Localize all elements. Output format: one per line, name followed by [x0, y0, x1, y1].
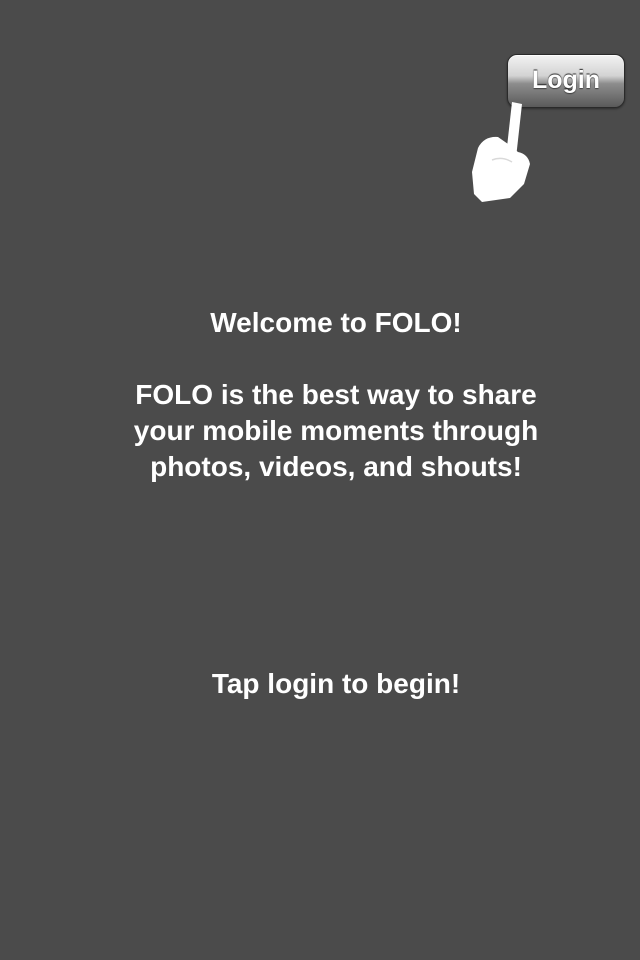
description-line: photos, videos, and shouts!: [150, 451, 522, 482]
pointing-hand-icon: [472, 102, 530, 202]
intro-text: Welcome to FOLO! FOLO is the best way to…: [0, 305, 640, 485]
description-line: FOLO is the best way to share: [135, 379, 537, 410]
login-button-label: Login: [531, 65, 601, 94]
welcome-heading: Welcome to FOLO!: [210, 307, 462, 338]
tap-login-hint: Tap login to begin!: [211, 668, 461, 699]
description-line: your mobile moments through: [133, 415, 539, 446]
welcome-screen: Login Welcome to FOLO! FOLO is the best …: [0, 0, 640, 960]
